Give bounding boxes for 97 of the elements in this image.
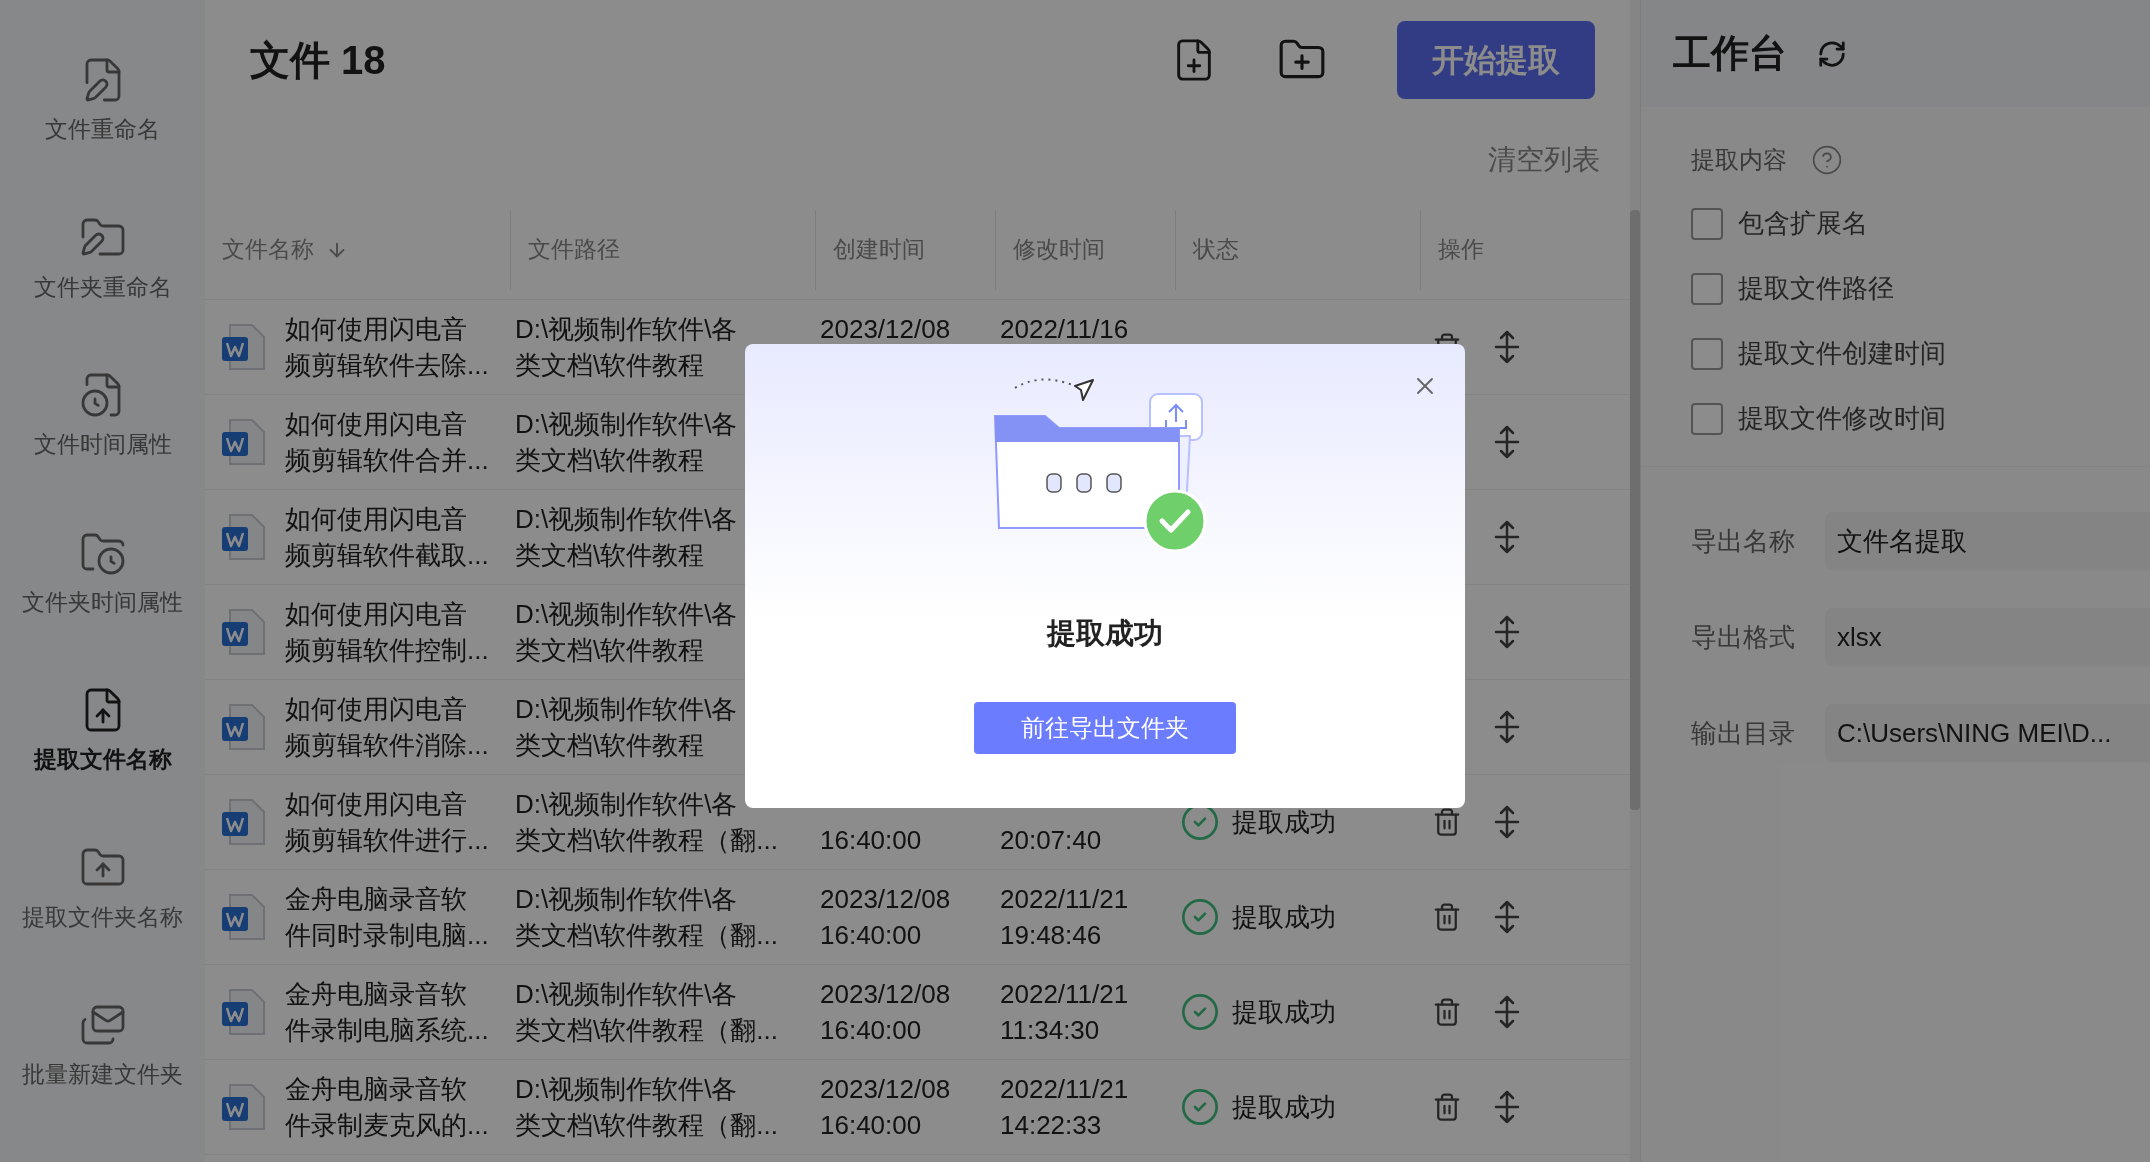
field-label: 导出名称 (1691, 524, 1795, 558)
move-icon[interactable] (1492, 710, 1522, 744)
table-cell-text: D:\视频制作软件\各类文档\软件教程 (515, 503, 739, 572)
column-header[interactable]: 文件名称 (222, 232, 314, 267)
table-cell: 2022/11/21 (1000, 979, 1129, 1009)
table-cell-text: 金舟电脑录音软件同时录制电脑... (285, 883, 490, 952)
sidebar-item[interactable]: 提取文件夹名称 (0, 843, 205, 934)
status-text: 提取成功 (1232, 1094, 1336, 1120)
clear-list-link[interactable]: 清空列表 (1488, 139, 1600, 181)
sidebar-item[interactable]: 批量新建文件夹 (0, 1001, 205, 1092)
success-check-icon (1180, 1087, 1220, 1127)
checkbox-label: 提取文件路径 (1738, 272, 1894, 305)
table-cell: 2022/11/21 (1000, 1074, 1129, 1104)
table-cell-text: D:\视频制作软件\各类文档\软件教程（翻... (515, 883, 779, 952)
table-cell: 2023/12/08 (820, 1074, 951, 1104)
move-icon[interactable] (1492, 1090, 1522, 1124)
checkbox-label: 提取文件创建时间 (1738, 337, 1946, 370)
table-cell: 16:40:00 (820, 920, 922, 950)
start-button[interactable]: 开始提取 (1397, 21, 1595, 99)
document-icon (220, 418, 266, 466)
table-cell-text: D:\视频制作软件\各类文档\软件教程 (515, 408, 739, 477)
table-cell: 2022/11/21 (1000, 884, 1129, 914)
field-label: 输出目录 (1691, 716, 1795, 750)
table-cell-text: 如何使用闪电音频剪辑软件截取... (285, 503, 490, 572)
move-icon[interactable] (1492, 330, 1522, 364)
move-icon[interactable] (1492, 425, 1522, 459)
field-label: 导出格式 (1691, 620, 1795, 654)
delete-icon[interactable] (1432, 807, 1462, 837)
checkbox[interactable] (1691, 207, 1723, 240)
table-cell: 19:48:46 (1000, 920, 1102, 950)
checkbox[interactable] (1691, 402, 1723, 435)
move-icon[interactable] (1492, 805, 1522, 839)
table-cell: 16:40:00 (820, 1015, 922, 1045)
page-title: 文件 18 (250, 37, 386, 84)
table-cell-text: 如何使用闪电音频剪辑软件控制... (285, 598, 490, 667)
sidebar-item[interactable]: 文件夹重命名 (0, 213, 205, 304)
table-cell: 16:40:00 (820, 825, 922, 855)
move-icon[interactable] (1492, 900, 1522, 934)
checkbox-label: 包含扩展名 (1738, 207, 1868, 240)
status-text: 提取成功 (1232, 809, 1336, 835)
document-icon (220, 323, 266, 371)
section-label: 提取内容 (1691, 145, 1787, 175)
sidebar-item[interactable]: 文件时间属性 (0, 371, 205, 462)
document-icon (220, 988, 266, 1036)
dialog-title: 提取成功 (1047, 616, 1163, 651)
move-icon[interactable] (1492, 995, 1522, 1029)
table-cell-text: D:\视频制作软件\各类文档\软件教程（翻... (515, 788, 779, 857)
move-icon[interactable] (1492, 520, 1522, 554)
help-icon[interactable] (1811, 144, 1843, 176)
column-header[interactable]: 创建时间 (833, 232, 925, 267)
table-cell-text: D:\视频制作软件\各类文档\软件教程 (515, 598, 739, 667)
table-cell: 2023/12/08 (820, 884, 951, 914)
table-cell-text: 如何使用闪电音频剪辑软件去除... (285, 313, 490, 382)
panel-title: 工作台 (1673, 31, 1787, 76)
table-cell-text: 如何使用闪电音频剪辑软件进行... (285, 788, 490, 857)
checkbox[interactable] (1691, 272, 1723, 305)
text-field[interactable]: C:\Users\NING MEI\D... (1825, 704, 2150, 762)
table-cell-text: 如何使用闪电音频剪辑软件合并... (285, 408, 490, 477)
sidebar-item[interactable]: 提取文件名称 (0, 686, 205, 777)
table-cell-text: 金舟电脑录音软件录制电脑系统... (285, 978, 490, 1047)
sidebar-item[interactable]: 文件夹时间属性 (0, 528, 205, 619)
text-field[interactable]: 文件名提取 (1825, 512, 2150, 570)
table-cell: 20:07:40 (1000, 825, 1102, 855)
table-cell-text: D:\视频制作软件\各类文档\软件教程（翻... (515, 1073, 779, 1142)
table-cell-text: 金舟电脑录音软件录制麦克风的... (285, 1073, 490, 1142)
table-cell-text: D:\视频制作软件\各类文档\软件教程 (515, 693, 739, 762)
document-icon (220, 703, 266, 751)
document-icon (220, 608, 266, 656)
refresh-icon[interactable] (1817, 38, 1847, 69)
table-cell: 11:34:30 (1000, 1015, 1100, 1045)
table-cell-text: D:\视频制作软件\各类文档\软件教程 (515, 313, 739, 382)
checkbox[interactable] (1691, 337, 1723, 370)
table-cell: 14:22:33 (1000, 1110, 1102, 1140)
column-header[interactable]: 操作 (1438, 232, 1484, 267)
document-icon (220, 513, 266, 561)
table-cell: 16:40:00 (820, 1110, 922, 1140)
success-check-icon (1180, 992, 1220, 1032)
table-cell: 2023/12/08 (820, 979, 951, 1009)
scrollbar-thumb[interactable] (1630, 210, 1640, 810)
column-header[interactable]: 文件路径 (528, 232, 620, 267)
success-check-icon (1180, 897, 1220, 937)
document-icon (220, 798, 266, 846)
status-text: 提取成功 (1232, 904, 1336, 930)
checkbox-label: 提取文件修改时间 (1738, 402, 1946, 435)
table-cell-text: 如何使用闪电音频剪辑软件消除... (285, 693, 490, 762)
text-field[interactable]: xlsx (1825, 608, 2150, 666)
table-cell: 2022/11/16 (1000, 314, 1129, 344)
status-text: 提取成功 (1232, 999, 1336, 1025)
document-icon (220, 893, 266, 941)
table-cell-text: D:\视频制作软件\各类文档\软件教程（翻... (515, 978, 779, 1047)
table-cell: 2023/12/08 (820, 314, 951, 344)
open-export-folder-button[interactable]: 前往导出文件夹 (974, 701, 1236, 754)
move-icon[interactable] (1492, 615, 1522, 649)
column-header[interactable]: 修改时间 (1013, 232, 1105, 267)
sidebar-item[interactable]: 文件重命名 (0, 56, 205, 147)
document-icon (220, 1083, 266, 1131)
column-header[interactable]: 状态 (1193, 232, 1239, 267)
